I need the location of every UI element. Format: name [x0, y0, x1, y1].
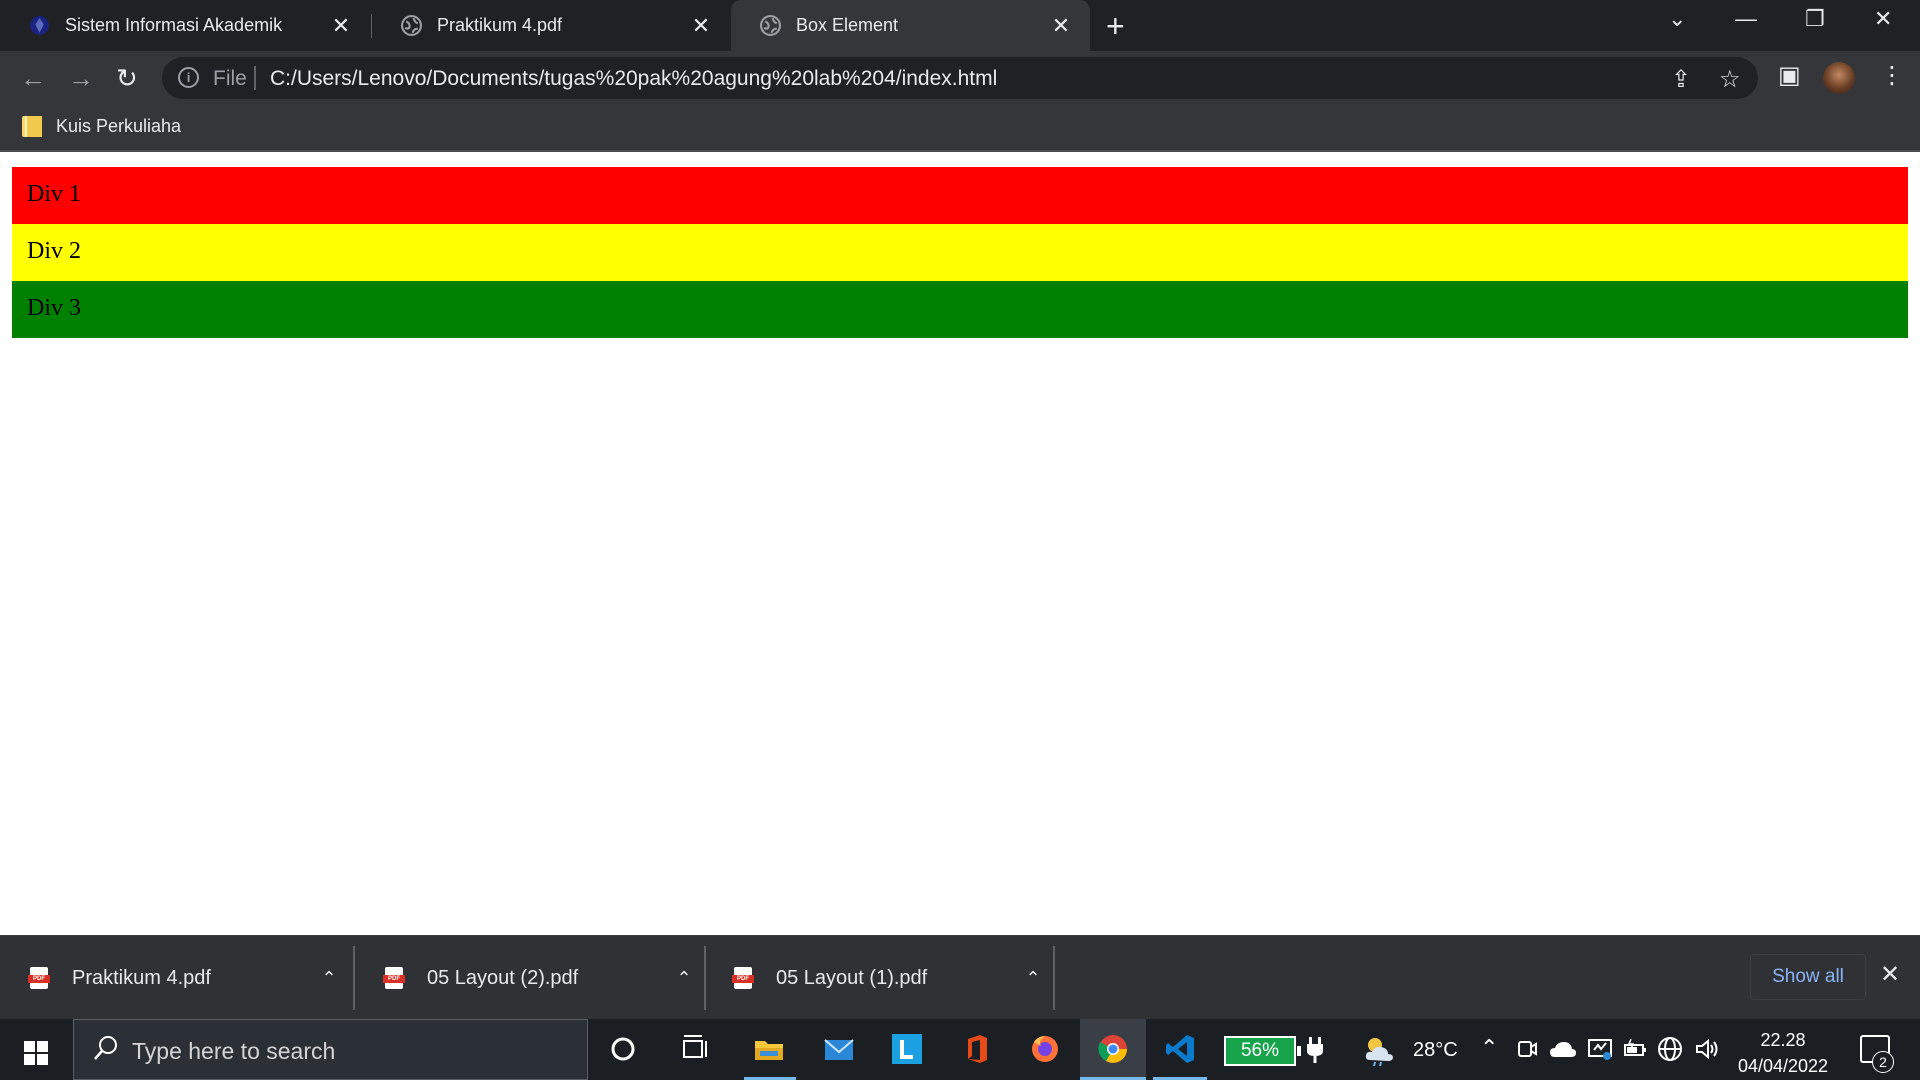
- download-filename: 05 Layout (2).pdf: [427, 966, 579, 989]
- tab-title: Sistem Informasi Akademik: [65, 15, 283, 35]
- battery-indicator[interactable]: 56%: [1224, 1036, 1301, 1066]
- tab-sistem-informasi-akademik[interactable]: Sistem Informasi Akademik ✕: [0, 0, 370, 51]
- address-bar[interactable]: i File C:/Users/Lenovo/Documents/tugas%2…: [162, 57, 1758, 99]
- temperature-text[interactable]: 28°C: [1413, 1039, 1458, 1062]
- chevron-up-icon[interactable]: ⌃: [664, 968, 704, 989]
- url-text[interactable]: C:/Users/Lenovo/Documents/tugas%20pak%20…: [270, 67, 997, 91]
- download-item[interactable]: 05 Layout (1).pdf ⌃: [704, 946, 1053, 1010]
- div-3-box: Div 3: [12, 281, 1908, 338]
- cortana-icon[interactable]: [606, 1032, 640, 1066]
- chevron-up-icon[interactable]: ⌃: [1013, 968, 1053, 989]
- page-viewport: Div 1 Div 2 Div 3: [0, 154, 1920, 935]
- onedrive-cloud-icon[interactable]: [1549, 1039, 1577, 1059]
- pdf-file-icon: [28, 967, 50, 989]
- network-globe-icon[interactable]: [1657, 1036, 1683, 1062]
- clock-date: 04/04/2022: [1737, 1056, 1829, 1076]
- site-info-icon[interactable]: i: [178, 67, 199, 88]
- chrome-icon[interactable]: [1096, 1032, 1130, 1066]
- bookmark-label: Kuis Perkuliaha: [56, 116, 182, 136]
- restore-button[interactable]: ❐: [1805, 6, 1825, 32]
- back-button[interactable]: ←: [20, 63, 46, 94]
- div-2-box: Div 2: [12, 224, 1908, 281]
- search-placeholder: Type here to search: [132, 1038, 336, 1064]
- new-tab-button[interactable]: +: [1106, 8, 1125, 45]
- clock-time: 22.28: [1760, 1030, 1806, 1050]
- share-icon[interactable]: ⇪: [1671, 65, 1691, 94]
- firefox-icon[interactable]: [1028, 1032, 1062, 1066]
- tab-praktikum-4-pdf[interactable]: Praktikum 4.pdf ✕: [372, 0, 730, 51]
- div-1-box: Div 1: [12, 167, 1908, 224]
- search-icon: [94, 1036, 117, 1060]
- university-logo-icon: [30, 16, 49, 35]
- download-divider: [1053, 946, 1055, 1010]
- volume-icon[interactable]: [1694, 1037, 1720, 1061]
- battery-tray-icon[interactable]: [1622, 1037, 1648, 1061]
- download-filename: Praktikum 4.pdf: [72, 966, 211, 989]
- minimize-button[interactable]: —: [1735, 6, 1757, 32]
- taskbar-search-box[interactable]: Type here to search: [73, 1019, 588, 1080]
- tab-close-icon[interactable]: ✕: [688, 13, 714, 39]
- pdf-file-icon: [383, 967, 405, 989]
- bookmark-star-icon[interactable]: ☆: [1719, 65, 1741, 94]
- browser-tab-strip: Sistem Informasi Akademik ✕ Praktikum 4.…: [0, 0, 1920, 51]
- browser-toolbar: ← → ↻ i File C:/Users/Lenovo/Documents/t…: [0, 51, 1920, 105]
- globe-icon: [760, 15, 781, 36]
- task-view-icon[interactable]: [679, 1032, 713, 1066]
- omnibox-divider: [254, 66, 256, 90]
- reload-button[interactable]: ↻: [116, 63, 138, 94]
- l-app-icon[interactable]: [890, 1032, 924, 1066]
- close-download-shelf-icon[interactable]: ✕: [1880, 960, 1900, 989]
- menu-icon[interactable]: ⋮: [1880, 61, 1904, 90]
- tab-close-icon[interactable]: ✕: [328, 13, 354, 39]
- taskbar-clock[interactable]: 22.28 04/04/2022: [1733, 1027, 1833, 1079]
- windows-taskbar: Type here to search 56% 28°C ⌃ 22.28 04/…: [0, 1019, 1920, 1080]
- side-panel-icon[interactable]: ▣: [1778, 61, 1801, 90]
- office-icon[interactable]: [960, 1032, 994, 1066]
- notification-count-badge: 2: [1872, 1051, 1894, 1073]
- tab-close-icon[interactable]: ✕: [1048, 13, 1074, 39]
- tab-search-chevron-icon[interactable]: ⌄: [1668, 6, 1686, 32]
- file-explorer-icon[interactable]: [752, 1032, 786, 1066]
- system-monitor-icon[interactable]: [1587, 1036, 1613, 1062]
- bookmark-kuis-perkuliaha[interactable]: Kuis Perkuliaha: [22, 116, 181, 137]
- download-shelf: Praktikum 4.pdf ⌃ 05 Layout (2).pdf ⌃ 05…: [0, 935, 1920, 1019]
- chevron-up-icon[interactable]: ⌃: [309, 968, 349, 989]
- bookmarks-bar: Kuis Perkuliaha: [0, 105, 1920, 152]
- meet-now-icon[interactable]: [1516, 1037, 1538, 1061]
- close-window-button[interactable]: ✕: [1874, 6, 1892, 32]
- vscode-icon[interactable]: [1163, 1032, 1197, 1066]
- globe-icon: [401, 15, 422, 36]
- download-filename: 05 Layout (1).pdf: [776, 966, 928, 989]
- profile-avatar[interactable]: [1823, 62, 1855, 94]
- show-hidden-icons-chevron-icon[interactable]: ⌃: [1480, 1035, 1498, 1061]
- weather-partly-cloudy-icon[interactable]: [1362, 1033, 1396, 1067]
- forward-button[interactable]: →: [68, 63, 94, 94]
- show-all-downloads-button[interactable]: Show all: [1750, 954, 1866, 1000]
- folder-icon: [22, 116, 42, 137]
- download-item[interactable]: 05 Layout (2).pdf ⌃: [355, 946, 704, 1010]
- tab-title: Box Element: [796, 15, 899, 35]
- tab-box-element[interactable]: Box Element ✕: [731, 0, 1090, 51]
- tab-title: Praktikum 4.pdf: [437, 15, 563, 35]
- pdf-file-icon: [732, 967, 754, 989]
- scheme-label: File: [213, 67, 247, 90]
- download-item[interactable]: Praktikum 4.pdf ⌃: [0, 946, 349, 1010]
- mail-icon[interactable]: [822, 1032, 856, 1066]
- start-button[interactable]: [24, 1041, 48, 1065]
- power-plug-icon: [1307, 1037, 1323, 1063]
